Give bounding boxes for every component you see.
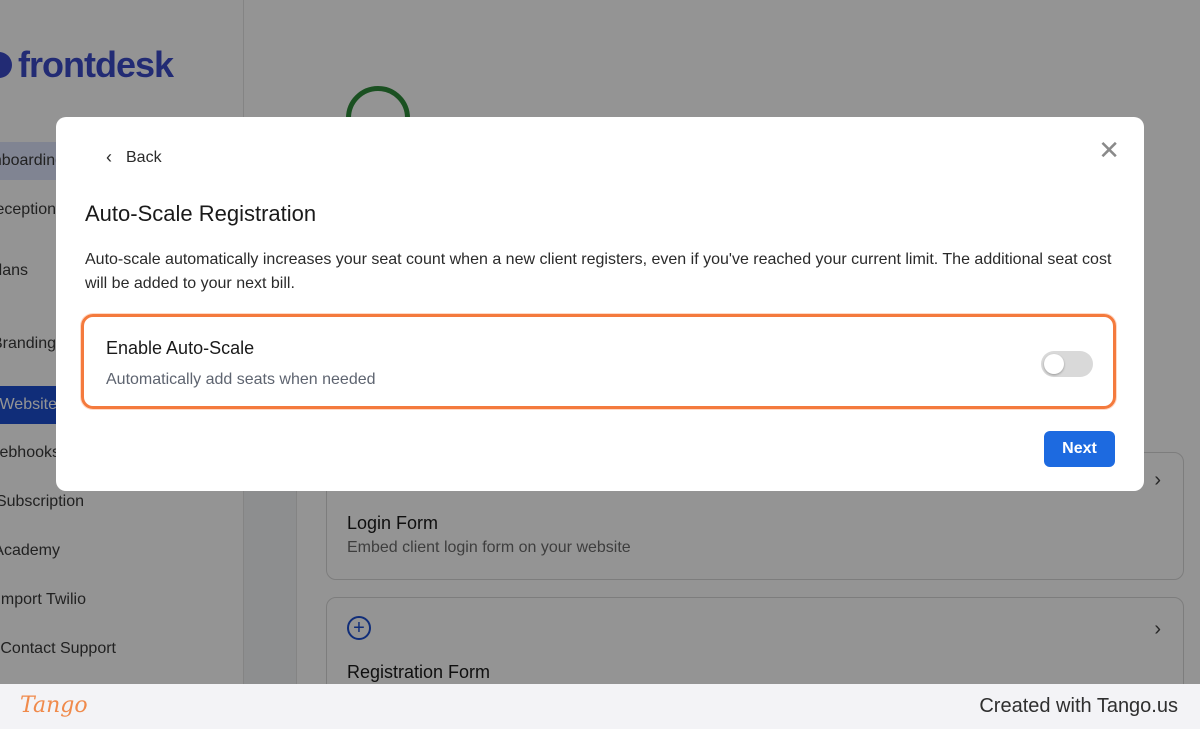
toggle-title: Enable Auto-Scale <box>106 338 255 358</box>
back-button[interactable]: ‹ Back <box>106 147 162 168</box>
back-label: Back <box>126 148 162 166</box>
auto-scale-toggle[interactable] <box>1041 351 1093 377</box>
tango-credit: Created with Tango.us <box>979 695 1178 717</box>
app-background: frontdesk Onboarding My Receptionist Pla… <box>0 0 1200 684</box>
auto-scale-modal: ‹ Back ✕ Auto-Scale Registration Auto-sc… <box>56 117 1144 491</box>
tango-logo: Tango <box>20 693 88 718</box>
close-icon[interactable]: ✕ <box>1098 137 1120 163</box>
modal-title: Auto-Scale Registration <box>85 201 317 226</box>
next-button[interactable]: Next <box>1044 431 1115 467</box>
modal-description: Auto-scale automatically increases your … <box>85 251 1112 292</box>
toggle-subtitle: Automatically add seats when needed <box>106 371 376 388</box>
tango-footer: Tango Created with Tango.us <box>0 684 1200 729</box>
chevron-left-icon: ‹ <box>106 147 112 167</box>
toggle-knob <box>1044 354 1064 374</box>
auto-scale-setting: Enable Auto-Scale Automatically add seat… <box>81 314 1116 409</box>
